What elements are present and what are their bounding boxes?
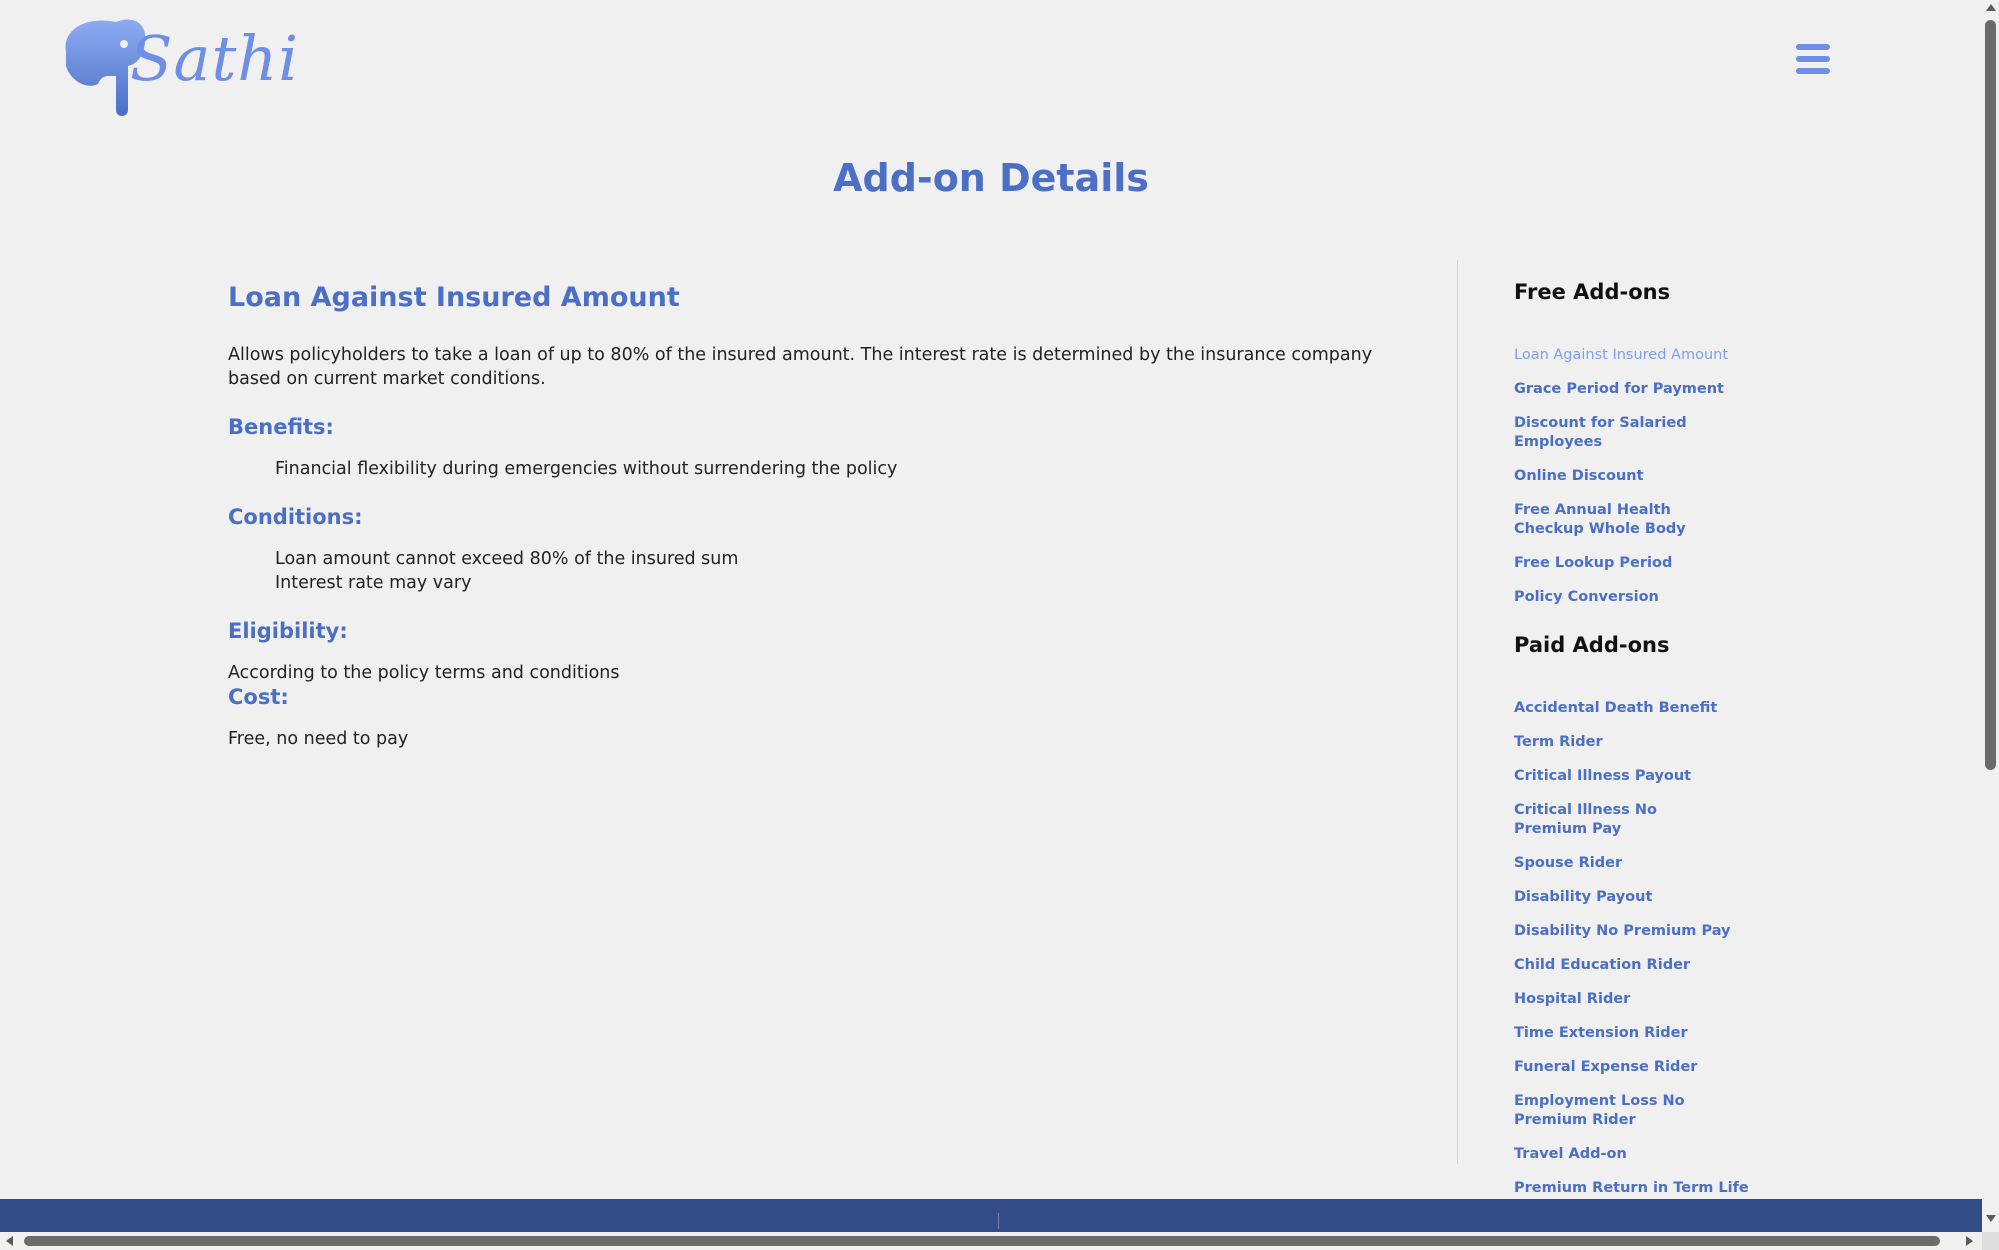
- sidebar-addon-link[interactable]: Accidental Death Benefit: [1514, 699, 1774, 718]
- cost-heading: Cost:: [228, 685, 289, 709]
- addon-title: Loan Against Insured Amount: [228, 282, 680, 313]
- sidebar-list-item: Discount for Salaried Employees: [1514, 414, 1774, 452]
- page-title: Add-on Details: [833, 156, 1149, 200]
- sidebar-list-item: Spouse Rider: [1514, 854, 1774, 873]
- sidebar-list-item: Loan Against Insured Amount: [1514, 346, 1774, 365]
- free-addons-list: Loan Against Insured Amount Grace Period …: [1514, 346, 1774, 607]
- benefit-item: Financial flexibility during emergencies…: [275, 459, 898, 479]
- sidebar-list-item: Accidental Death Benefit: [1514, 699, 1774, 718]
- sidebar-addon-link[interactable]: Online Discount: [1514, 467, 1774, 486]
- sidebar-list-item: Child Education Rider: [1514, 956, 1774, 975]
- conditions-heading: Conditions:: [228, 505, 363, 529]
- sidebar-list-item: Premium Return in Term Life: [1514, 1179, 1774, 1198]
- sidebar-addon-link[interactable]: Disability Payout: [1514, 888, 1774, 907]
- sidebar-list-item: Funeral Expense Rider: [1514, 1058, 1774, 1077]
- sidebar-list-item: Policy Conversion: [1514, 588, 1774, 607]
- sidebar-addon-link[interactable]: Free Lookup Period: [1514, 554, 1774, 573]
- footer-divider: [998, 1213, 999, 1229]
- sidebar-list-item: Term Rider: [1514, 733, 1774, 752]
- menu-bar: [1796, 56, 1830, 62]
- footer-bar: [0, 1199, 1982, 1232]
- addon-description: Allows policyholders to take a loan of u…: [228, 345, 1373, 389]
- sidebar-list-item: Critical Illness Payout: [1514, 767, 1774, 786]
- addons-sidebar: Free Add-ons Loan Against Insured Amount…: [1514, 280, 1774, 1213]
- scroll-down-arrow-icon[interactable]: [1986, 1215, 1996, 1222]
- sidebar-list-item: Free Annual Health Checkup Whole Body: [1514, 501, 1774, 539]
- benefits-list: Financial flexibility during emergencies…: [228, 457, 1418, 481]
- horizontal-scroll-thumb[interactable]: [24, 1236, 1940, 1246]
- free-addons-heading: Free Add-ons: [1514, 280, 1671, 304]
- sidebar-addon-link[interactable]: Hospital Rider: [1514, 990, 1774, 1009]
- sidebar-addon-link[interactable]: Child Education Rider: [1514, 956, 1774, 975]
- sidebar-list-item: Time Extension Rider: [1514, 1024, 1774, 1043]
- condition-item: Loan amount cannot exceed 80% of the ins…: [275, 549, 739, 569]
- scrollbar-corner: [1982, 1232, 1999, 1250]
- sidebar-list-item: Hospital Rider: [1514, 990, 1774, 1009]
- eligibility-text: According to the policy terms and condit…: [228, 663, 620, 683]
- sidebar-list-item: Online Discount: [1514, 467, 1774, 486]
- sidebar-addon-link[interactable]: Critical Illness No Premium Pay: [1514, 801, 1734, 839]
- scroll-up-arrow-icon[interactable]: [1986, 4, 1996, 11]
- condition-item: Interest rate may vary: [275, 573, 472, 593]
- paid-addons-heading: Paid Add-ons: [1514, 633, 1670, 657]
- sathi-logo[interactable]: Sathi: [58, 14, 298, 120]
- sidebar-addon-link[interactable]: Loan Against Insured Amount: [1514, 346, 1774, 365]
- sidebar-addon-link[interactable]: Discount for Salaried Employees: [1514, 414, 1734, 452]
- conditions-list: Loan amount cannot exceed 80% of the ins…: [228, 547, 1418, 595]
- sidebar-list-item: Travel Add-on: [1514, 1145, 1774, 1164]
- sidebar-addon-link[interactable]: Free Annual Health Checkup Whole Body: [1514, 501, 1734, 539]
- scroll-right-arrow-icon[interactable]: [1966, 1236, 1973, 1246]
- sidebar-list-item: Employment Loss No Premium Rider: [1514, 1092, 1774, 1130]
- sidebar-addon-link[interactable]: Critical Illness Payout: [1514, 767, 1774, 786]
- sidebar-addon-link[interactable]: Grace Period for Payment: [1514, 380, 1774, 399]
- sidebar-list-item: Free Lookup Period: [1514, 554, 1774, 573]
- sidebar-list-item: Disability Payout: [1514, 888, 1774, 907]
- sidebar-addon-link[interactable]: Travel Add-on: [1514, 1145, 1774, 1164]
- sidebar-addon-link[interactable]: Premium Return in Term Life: [1514, 1179, 1774, 1198]
- sidebar-addon-link[interactable]: Funeral Expense Rider: [1514, 1058, 1774, 1077]
- scroll-left-arrow-icon[interactable]: [6, 1236, 13, 1246]
- addon-detail-content: Loan Against Insured Amount Allows polic…: [228, 282, 1418, 751]
- sidebar-addon-link[interactable]: Disability No Premium Pay: [1514, 922, 1774, 941]
- eligibility-heading: Eligibility:: [228, 619, 348, 643]
- sidebar-addon-link[interactable]: Term Rider: [1514, 733, 1774, 752]
- hamburger-menu-icon[interactable]: [1796, 44, 1830, 80]
- sidebar-addon-link[interactable]: Employment Loss No Premium Rider: [1514, 1092, 1734, 1130]
- sidebar-list-item: Disability No Premium Pay: [1514, 922, 1774, 941]
- sidebar-list-item: Critical Illness No Premium Pay: [1514, 801, 1774, 839]
- sidebar-divider: [1457, 260, 1458, 1164]
- horizontal-scrollbar[interactable]: [0, 1232, 1982, 1250]
- sidebar-addon-link[interactable]: Spouse Rider: [1514, 854, 1774, 873]
- sidebar-addon-link[interactable]: Time Extension Rider: [1514, 1024, 1774, 1043]
- vertical-scrollbar[interactable]: [1982, 0, 1999, 1232]
- sidebar-list-item: Grace Period for Payment: [1514, 380, 1774, 399]
- menu-bar: [1796, 68, 1830, 74]
- page: Sathi Add-on Details Loan Against Insure…: [0, 0, 1982, 1232]
- vertical-scroll-thumb[interactable]: [1985, 20, 1996, 770]
- menu-bar: [1796, 44, 1830, 50]
- paid-addons-list: Accidental Death Benefit Term Rider Critic…: [1514, 699, 1774, 1198]
- cost-text: Free, no need to pay: [228, 729, 409, 749]
- logo-text: Sathi: [130, 22, 300, 95]
- sidebar-addon-link[interactable]: Policy Conversion: [1514, 588, 1774, 607]
- benefits-heading: Benefits:: [228, 415, 334, 439]
